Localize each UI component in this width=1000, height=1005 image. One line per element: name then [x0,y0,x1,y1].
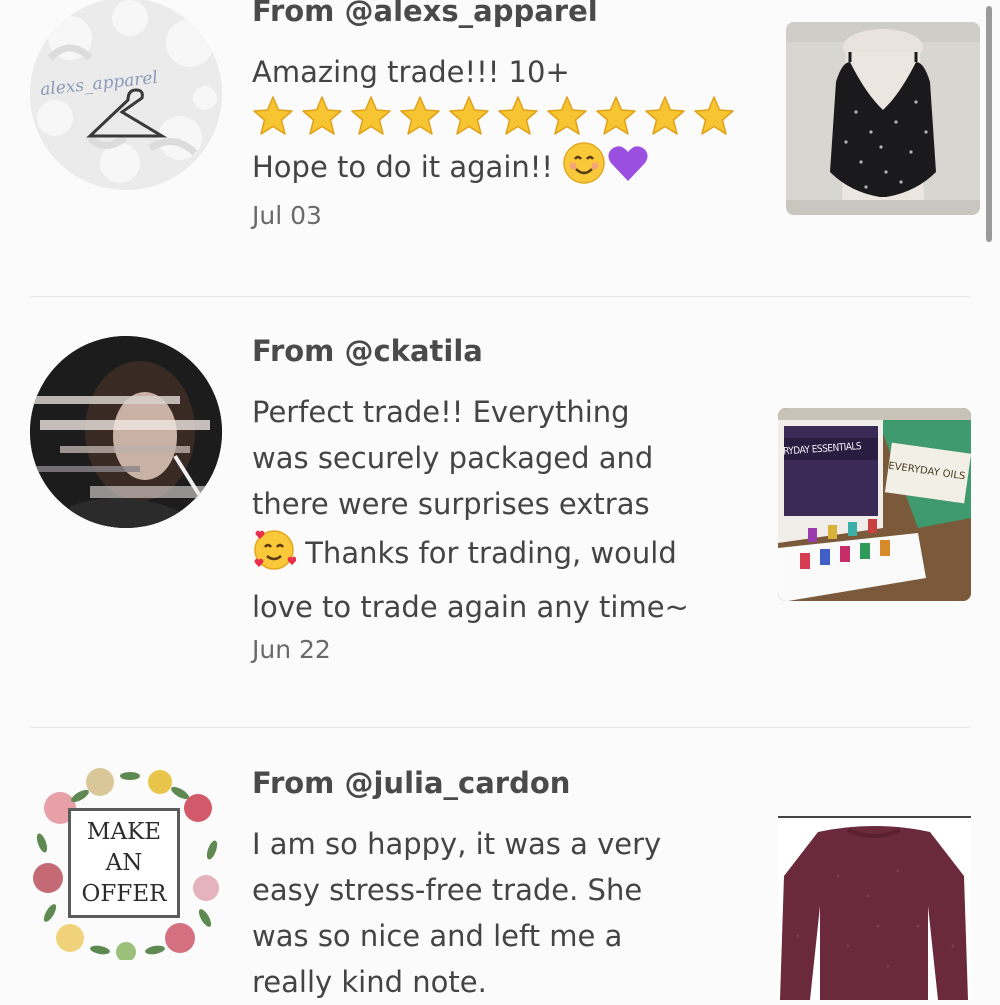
review-date: Jun 22 [252,635,331,664]
review-line: easy stress-free trade. She [252,873,643,907]
make-an-offer-badge: MAKE AN OFFER [68,808,180,918]
black-camisole-top-image [786,22,980,215]
traded-item-photo[interactable]: ERYDAY ESSENTIALS EVERYDAY OILS [778,408,971,601]
star-icon [645,96,685,135]
star-icon [449,96,489,135]
star-icon [596,96,636,135]
review-line: Hope to do it again!! [252,141,742,198]
star-icon [302,96,342,135]
badge-line: OFFER [81,880,167,907]
reviewer-avatar[interactable] [30,336,222,528]
badge-line: MAKE [86,818,162,845]
review-text: I am so happy, it was a very easy stress… [252,821,661,1005]
glitch-portrait-avatar-image [30,336,222,528]
review-line: love to trade again any time~ [252,590,689,624]
review-line: was so nice and left me a [252,919,623,953]
review-line-text: Hope to do it again!! [252,150,563,184]
traded-item-photo[interactable] [786,22,980,215]
essential-oils-kit-image [778,408,971,601]
reviewer-handle[interactable]: From @alexs_apparel [252,0,598,28]
review-text: Perfect trade!! Everything was securely … [252,389,689,630]
star-icon [694,96,734,135]
review-date: Jul 03 [252,201,322,230]
purple-heart-icon [606,141,650,198]
review-line: Perfect trade!! Everything [252,395,630,429]
review-line: Thanks for trading, would [252,527,689,584]
review-line: was securely packaged and [252,441,654,475]
smiling-face-with-hearts-icon [252,527,297,584]
review-divider [30,727,970,728]
reviewer-handle[interactable]: From @ckatila [252,334,483,368]
review-line: Amazing trade!!! 10+ [252,55,570,89]
reviewer-avatar[interactable]: alexs_apparel [30,0,222,190]
review-text: Amazing trade!!! 10+ Hope to do it again… [252,49,742,198]
review-line-text: Thanks for trading, would [296,536,677,570]
scrollbar[interactable] [986,6,992,242]
star-rating-row [252,95,742,141]
review-line: really kind note. [252,965,487,999]
traded-item-photo[interactable] [778,816,971,1000]
star-icon [253,96,293,135]
badge-line: AN [105,849,143,876]
star-icon [400,96,440,135]
star-icon [547,96,587,135]
maroon-sweater-image [778,816,971,1000]
reviewer-handle[interactable]: From @julia_cardon [252,766,570,800]
smiling-face-icon [562,141,606,198]
star-icon [498,96,538,135]
star-icon [351,96,391,135]
review-divider [30,296,970,297]
review-line: I am so happy, it was a very [252,827,662,861]
review-line: there were surprises extras [252,487,650,521]
reviewer-avatar[interactable]: MAKE AN OFFER [30,768,222,960]
